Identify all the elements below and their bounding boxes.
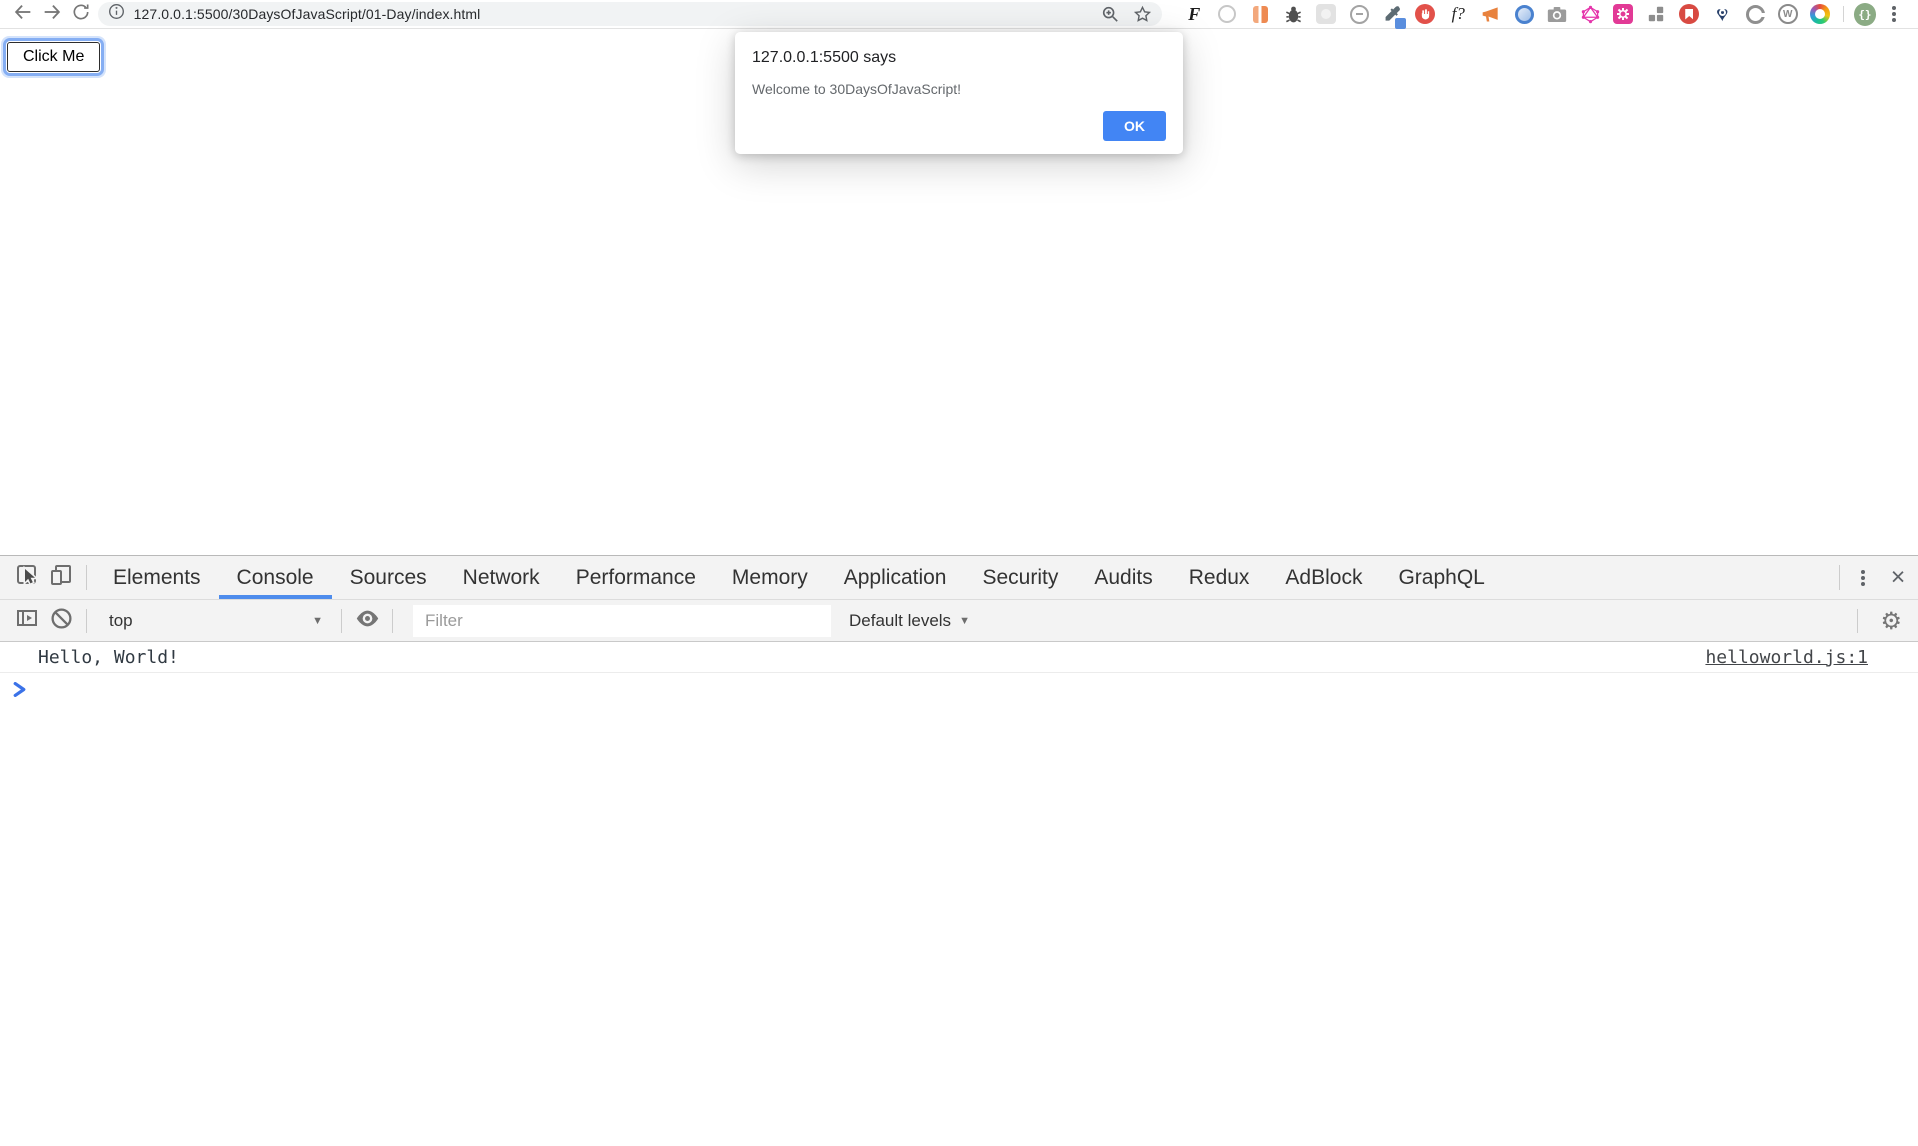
tab-redux[interactable]: Redux xyxy=(1171,556,1268,599)
pink-gear-icon[interactable] xyxy=(1613,4,1634,25)
blue-swirl-icon[interactable] xyxy=(1514,4,1535,25)
orange-columns-icon[interactable] xyxy=(1250,4,1271,25)
tab-elements[interactable]: Elements xyxy=(95,556,219,599)
red-bookmark-icon[interactable] xyxy=(1679,4,1700,25)
color-wheel-icon[interactable] xyxy=(1810,4,1831,25)
inspect-element-button[interactable] xyxy=(10,556,44,599)
chevron-down-icon: ▼ xyxy=(959,615,970,627)
f-question-icon[interactable]: f? xyxy=(1448,4,1469,25)
tab-security[interactable]: Security xyxy=(964,556,1076,599)
console-prompt-chevron-icon xyxy=(13,682,26,701)
back-icon xyxy=(12,1,34,28)
page-info-icon[interactable] xyxy=(108,3,125,25)
console-filter-input[interactable] xyxy=(413,605,831,637)
alert-message: Welcome to 30DaysOfJavaScript! xyxy=(752,81,1166,97)
console-sidebar-icon xyxy=(14,605,40,636)
log-levels-label: Default levels xyxy=(849,611,951,631)
live-expression-button[interactable] xyxy=(350,605,384,637)
devtools-close-button[interactable]: × xyxy=(1878,556,1918,599)
megaphone-icon[interactable] xyxy=(1481,4,1502,25)
toolbar-divider-3 xyxy=(392,609,393,633)
console-sidebar-button[interactable] xyxy=(10,605,44,636)
console-toolbar: top ▼ Default levels ▼ ⚙ xyxy=(0,599,1918,642)
page-viewport: Click Me 127.0.0.1:5500 says Welcome to … xyxy=(0,29,1918,554)
tab-adblock[interactable]: AdBlock xyxy=(1267,556,1380,599)
w-circle-icon[interactable]: W xyxy=(1778,4,1798,24)
extensions-bar: F f? ♥ W xyxy=(1184,4,1831,25)
gray-ring-icon[interactable] xyxy=(1217,4,1238,25)
toolbar-divider-4 xyxy=(1857,609,1858,633)
eye-icon xyxy=(354,605,381,637)
alert-ok-button[interactable]: OK xyxy=(1103,111,1166,141)
color-eyedropper-icon[interactable] xyxy=(1382,4,1403,25)
camera-icon[interactable] xyxy=(1547,4,1568,25)
devtools-menu-button[interactable] xyxy=(1848,556,1878,599)
device-toolbar-icon xyxy=(48,562,74,593)
address-bar[interactable]: 127.0.0.1:5500/30DaysOfJavaScript/01-Day… xyxy=(98,2,1162,26)
back-button[interactable] xyxy=(8,1,37,27)
tab-application[interactable]: Application xyxy=(826,556,965,599)
tab-performance[interactable]: Performance xyxy=(558,556,714,599)
forward-button[interactable] xyxy=(37,1,66,27)
zoom-magnifier-icon[interactable] xyxy=(1101,5,1119,23)
bug-icon[interactable] xyxy=(1283,4,1304,25)
toolbar-divider xyxy=(1843,6,1844,22)
console-message-text[interactable]: Hello, World! xyxy=(38,647,179,668)
url-text[interactable]: 127.0.0.1:5500/30DaysOfJavaScript/01-Day… xyxy=(134,6,481,22)
red-hand-icon[interactable] xyxy=(1415,4,1436,25)
tab-graphql[interactable]: GraphQL xyxy=(1380,556,1502,599)
console-message-source-link[interactable]: helloworld.js:1 xyxy=(1705,647,1868,668)
devtools-tabbar: Elements Console Sources Network Perform… xyxy=(0,556,1918,599)
browser-menu-icon[interactable] xyxy=(1892,12,1896,16)
reload-icon xyxy=(71,2,91,27)
devtools-kebab-icon xyxy=(1861,576,1865,580)
browser-toolbar: 127.0.0.1:5500/30DaysOfJavaScript/01-Day… xyxy=(0,0,1918,29)
context-label: top xyxy=(109,611,133,631)
click-me-button[interactable]: Click Me xyxy=(7,42,100,72)
script-f-icon[interactable]: F xyxy=(1184,4,1205,25)
javascript-context-dropdown[interactable]: top ▼ xyxy=(95,611,333,631)
bookmark-star-icon[interactable] xyxy=(1133,5,1152,24)
forward-icon xyxy=(41,1,63,28)
tab-audits[interactable]: Audits xyxy=(1076,556,1170,599)
graphql-icon[interactable] xyxy=(1580,4,1601,25)
settings-gear-icon[interactable]: ⚙ xyxy=(1880,609,1902,633)
console-message-row: Hello, World! helloworld.js:1 xyxy=(0,642,1918,673)
reload-button[interactable] xyxy=(66,1,95,27)
log-levels-dropdown[interactable]: Default levels ▼ xyxy=(849,611,970,631)
heart-search-icon[interactable]: ♥ xyxy=(1712,4,1733,25)
tabbar-right-divider xyxy=(1839,565,1840,590)
devtools-panel: Elements Console Sources Network Perform… xyxy=(0,555,1918,1146)
device-toolbar-button[interactable] xyxy=(44,556,78,599)
tabbar-divider xyxy=(86,565,87,590)
tabbar-spacer xyxy=(1503,556,1831,599)
toolbar-divider-1 xyxy=(86,609,87,633)
tab-network[interactable]: Network xyxy=(445,556,558,599)
tab-memory[interactable]: Memory xyxy=(714,556,826,599)
inspect-cursor-icon xyxy=(14,562,40,593)
gray-blocks-icon[interactable] xyxy=(1646,4,1667,25)
profile-avatar[interactable]: {} xyxy=(1854,3,1876,26)
console-output: Hello, World! helloworld.js:1 xyxy=(0,642,1918,1146)
tab-console[interactable]: Console xyxy=(219,556,332,599)
chevron-down-icon: ▼ xyxy=(312,615,323,627)
clear-console-button[interactable] xyxy=(44,607,78,635)
tab-sources[interactable]: Sources xyxy=(332,556,445,599)
gray-open-ring-icon[interactable] xyxy=(1745,4,1766,25)
clear-console-icon xyxy=(50,607,73,635)
toolbar-divider-2 xyxy=(341,609,342,633)
dash-circle-icon[interactable] xyxy=(1349,4,1370,25)
disabled-extension-icon[interactable] xyxy=(1316,4,1337,25)
alert-dialog: 127.0.0.1:5500 says Welcome to 30DaysOfJ… xyxy=(735,32,1183,154)
alert-title: 127.0.0.1:5500 says xyxy=(752,49,1166,67)
console-prompt-row[interactable] xyxy=(0,673,1918,709)
